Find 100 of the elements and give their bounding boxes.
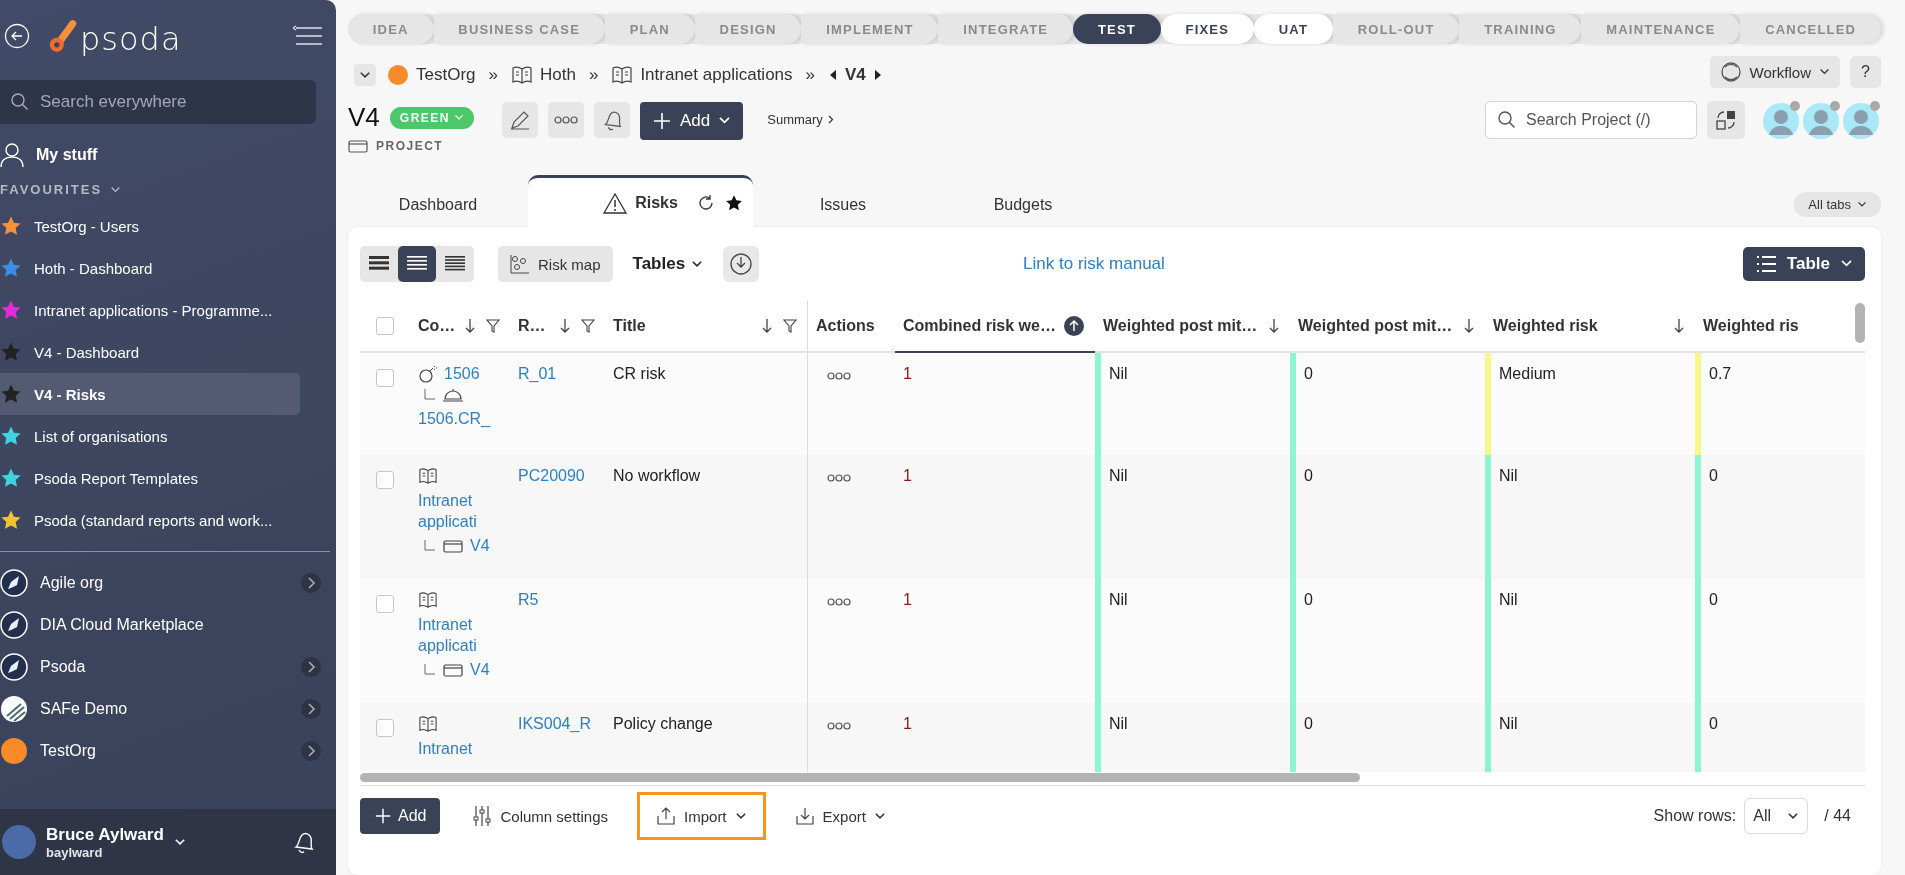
row-checkbox[interactable] (376, 471, 394, 489)
row-checkbox[interactable] (376, 595, 394, 613)
add-row-button[interactable]: Add (360, 798, 441, 834)
organisation-item[interactable]: Psoda (0, 646, 336, 688)
caret-icon (1819, 68, 1830, 76)
row-count: / 44 (1824, 807, 1851, 825)
user-avatar[interactable] (1803, 100, 1841, 140)
stage-step[interactable]: UAT (1253, 14, 1333, 44)
stage-step[interactable]: TEST (1073, 14, 1161, 44)
previous-arrow-icon[interactable] (828, 69, 838, 81)
search-field[interactable]: Search Project (/) (1485, 101, 1697, 139)
risk-reference-link[interactable]: PC20090 (518, 467, 585, 484)
service-bell-icon (442, 387, 464, 403)
help-button[interactable]: ? (1850, 56, 1881, 88)
item-link[interactable]: Intranet applicati (418, 491, 502, 533)
organisation-item[interactable]: SAFe Demo (0, 688, 336, 730)
tab[interactable]: Budgets (933, 183, 1113, 227)
breadcrumb-link[interactable]: Hoth (540, 65, 576, 85)
stage-step[interactable]: FIXES (1160, 14, 1254, 44)
column-header[interactable]: Co… (410, 301, 510, 351)
row-density-button[interactable] (398, 246, 436, 282)
table-view-button[interactable]: Table (1742, 247, 1865, 281)
edit-button[interactable] (502, 102, 538, 138)
favourite-item[interactable]: V4 - Dashboard (0, 331, 300, 373)
user-avatar[interactable] (1763, 100, 1801, 140)
actions-button[interactable] (824, 471, 854, 485)
user-avatar[interactable] (2, 825, 36, 859)
column-header[interactable]: Weighted risk (1485, 301, 1695, 351)
item-link[interactable]: Intranet applicati (418, 615, 502, 657)
item-link[interactable]: Intranet (418, 739, 473, 760)
risk-reference-link[interactable]: R_01 (518, 365, 557, 382)
column-header[interactable]: Weighted post mit… (1290, 301, 1485, 351)
column-header[interactable]: R… (510, 301, 605, 351)
download-button[interactable] (723, 246, 760, 282)
actions-button[interactable] (824, 595, 854, 609)
user-avatar[interactable] (1843, 100, 1881, 140)
expand-button[interactable] (354, 64, 376, 86)
tables-dropdown[interactable]: Tables (626, 253, 710, 275)
organisation-item[interactable]: DIA Cloud Marketplace (0, 604, 336, 646)
swap-icon (1714, 108, 1738, 132)
select-all-checkbox[interactable] (376, 317, 394, 335)
more-button[interactable] (548, 102, 584, 138)
row-checkbox[interactable] (376, 369, 394, 387)
column-header[interactable]: Weighted ris (1695, 301, 1820, 351)
favourite-item[interactable]: List of organisations (0, 415, 300, 457)
menu-icon[interactable] (290, 25, 322, 47)
favourite-item[interactable]: TestOrg - Users (0, 205, 300, 247)
more-icon (826, 597, 852, 607)
organisation-item[interactable]: Agile org (0, 562, 336, 604)
switch-view-button[interactable] (1707, 101, 1745, 139)
risk-reference-link[interactable]: IKS004_R (518, 715, 591, 732)
add-button[interactable]: Add (640, 102, 744, 140)
actions-button[interactable] (824, 719, 854, 733)
chevron-right-icon[interactable] (300, 740, 322, 762)
item-link[interactable]: V4 (470, 660, 490, 679)
rows-dropdown[interactable]: All (1744, 798, 1809, 834)
breadcrumb-link[interactable]: TestOrg (416, 65, 476, 85)
table-cell: 0 (1304, 467, 1313, 484)
chevron-right-icon[interactable] (300, 656, 322, 678)
workflow-button[interactable]: Workflow (1709, 56, 1840, 88)
item-link[interactable]: V4 (470, 536, 490, 555)
row-checkbox[interactable] (376, 719, 394, 737)
import-button[interactable]: Import (640, 795, 763, 837)
favourite-item[interactable]: V4 - Risks (0, 373, 300, 415)
risk-reference-link[interactable]: R5 (518, 591, 539, 608)
column-header[interactable]: Title (605, 301, 807, 351)
column-settings-button[interactable]: Column settings (456, 795, 625, 837)
more-icon (553, 115, 579, 125)
export-button[interactable]: Export (778, 795, 902, 837)
risk-manual-link[interactable]: Link to risk manual (1023, 254, 1165, 274)
organisation-item[interactable]: TestOrg (0, 730, 336, 772)
tab[interactable]: Issues (753, 183, 933, 227)
column-header[interactable]: Weighted post mit… (1095, 301, 1290, 351)
table-cell: Nil (1109, 365, 1128, 382)
actions-button[interactable] (824, 369, 854, 383)
all-tabs-button[interactable]: All tabs (1794, 192, 1881, 217)
sliders-icon (472, 805, 493, 827)
favourite-item[interactable]: Intranet applications - Programme... (0, 289, 300, 331)
item-link[interactable]: 1506.CR_ (418, 409, 491, 430)
risk-map-button[interactable]: Risk map (498, 246, 613, 282)
favourites-heading[interactable]: FAVOURITES (0, 182, 122, 197)
chevron-right-icon[interactable] (300, 572, 322, 594)
user-name[interactable]: Bruce Aylward (46, 824, 164, 845)
column-header[interactable]: Actions (807, 301, 895, 351)
next-arrow-icon[interactable] (872, 69, 883, 81)
item-link[interactable]: 1506 (444, 365, 480, 383)
chevron-right-icon[interactable] (300, 698, 322, 720)
breadcrumb-link[interactable]: Intranet applications (640, 65, 793, 85)
summary-link[interactable]: Summary (767, 112, 834, 127)
my-stuff-link[interactable]: My stuff (0, 142, 98, 168)
tab[interactable]: Risks (528, 175, 753, 227)
tab[interactable]: Dashboard (348, 183, 528, 227)
favourite-item[interactable]: Psoda (standard reports and work... (0, 499, 300, 541)
filter-icon (581, 319, 595, 333)
scrollbar-thumb[interactable] (360, 773, 1360, 782)
scrollbar-thumb[interactable] (1855, 303, 1865, 343)
favourite-item[interactable]: Hoth - Dashboard (0, 247, 300, 289)
search-field[interactable]: Search everywhere (0, 80, 316, 124)
favourite-item[interactable]: Psoda Report Templates (0, 457, 300, 499)
notifications-button[interactable] (594, 102, 630, 138)
